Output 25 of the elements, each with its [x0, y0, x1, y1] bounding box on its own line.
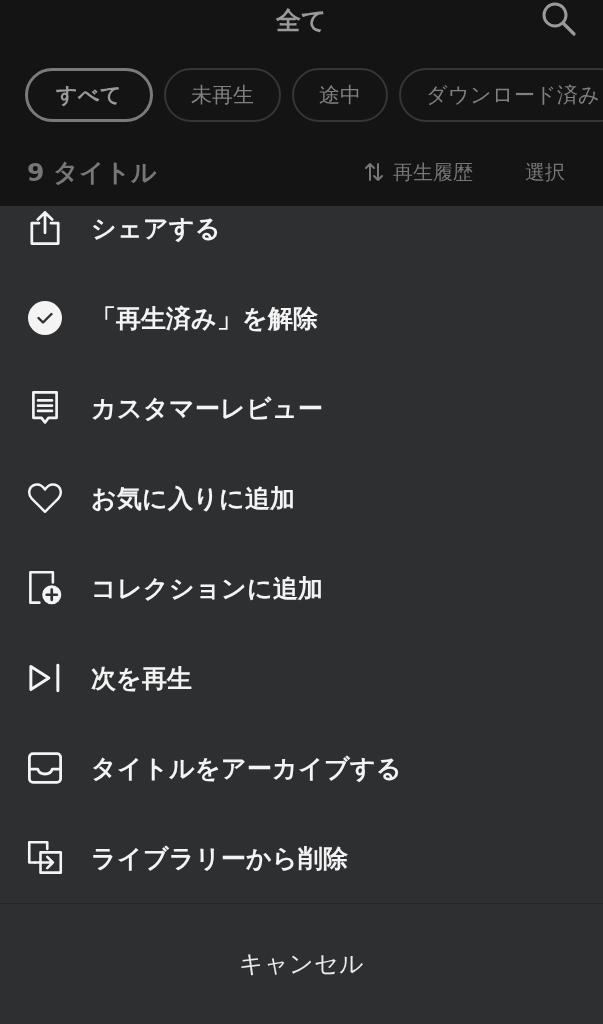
check-circle-icon [27, 300, 63, 336]
sort-arrows-icon [363, 161, 385, 183]
filter-chip[interactable]: 途中 [292, 68, 388, 122]
filter-chip[interactable]: すべて [25, 68, 153, 122]
page-title: 全て [276, 4, 327, 37]
menu-item[interactable]: コレクションに追加 [0, 543, 603, 633]
remove-from-library-icon [27, 840, 63, 876]
menu-item[interactable]: カスタマーレビュー [0, 363, 603, 453]
filter-chip[interactable]: 未再生 [164, 68, 281, 122]
search-icon[interactable] [541, 1, 577, 37]
cancel-button[interactable]: キャンセル [0, 904, 603, 1024]
filter-chip[interactable]: ダウンロード済み [399, 68, 603, 122]
menu-item[interactable]: タイトルをアーカイブする [0, 723, 603, 813]
tray-icon [27, 750, 63, 786]
menu-item[interactable]: 次を再生 [0, 633, 603, 723]
collection-add-icon [27, 570, 63, 606]
heart-icon [27, 480, 63, 516]
sort-button[interactable]: 再生履歴 [363, 158, 473, 186]
select-button[interactable]: 選択 [525, 158, 565, 186]
menu-item[interactable]: シェアする [0, 206, 603, 273]
menu-item[interactable]: お気に入りに追加 [0, 453, 603, 543]
menu-item[interactable]: 「再生済み」を解除 [0, 273, 603, 363]
title-count: 9 タイトル [27, 156, 158, 189]
menu-item[interactable]: ライブラリーから削除 [0, 813, 603, 903]
share-icon [27, 210, 63, 246]
